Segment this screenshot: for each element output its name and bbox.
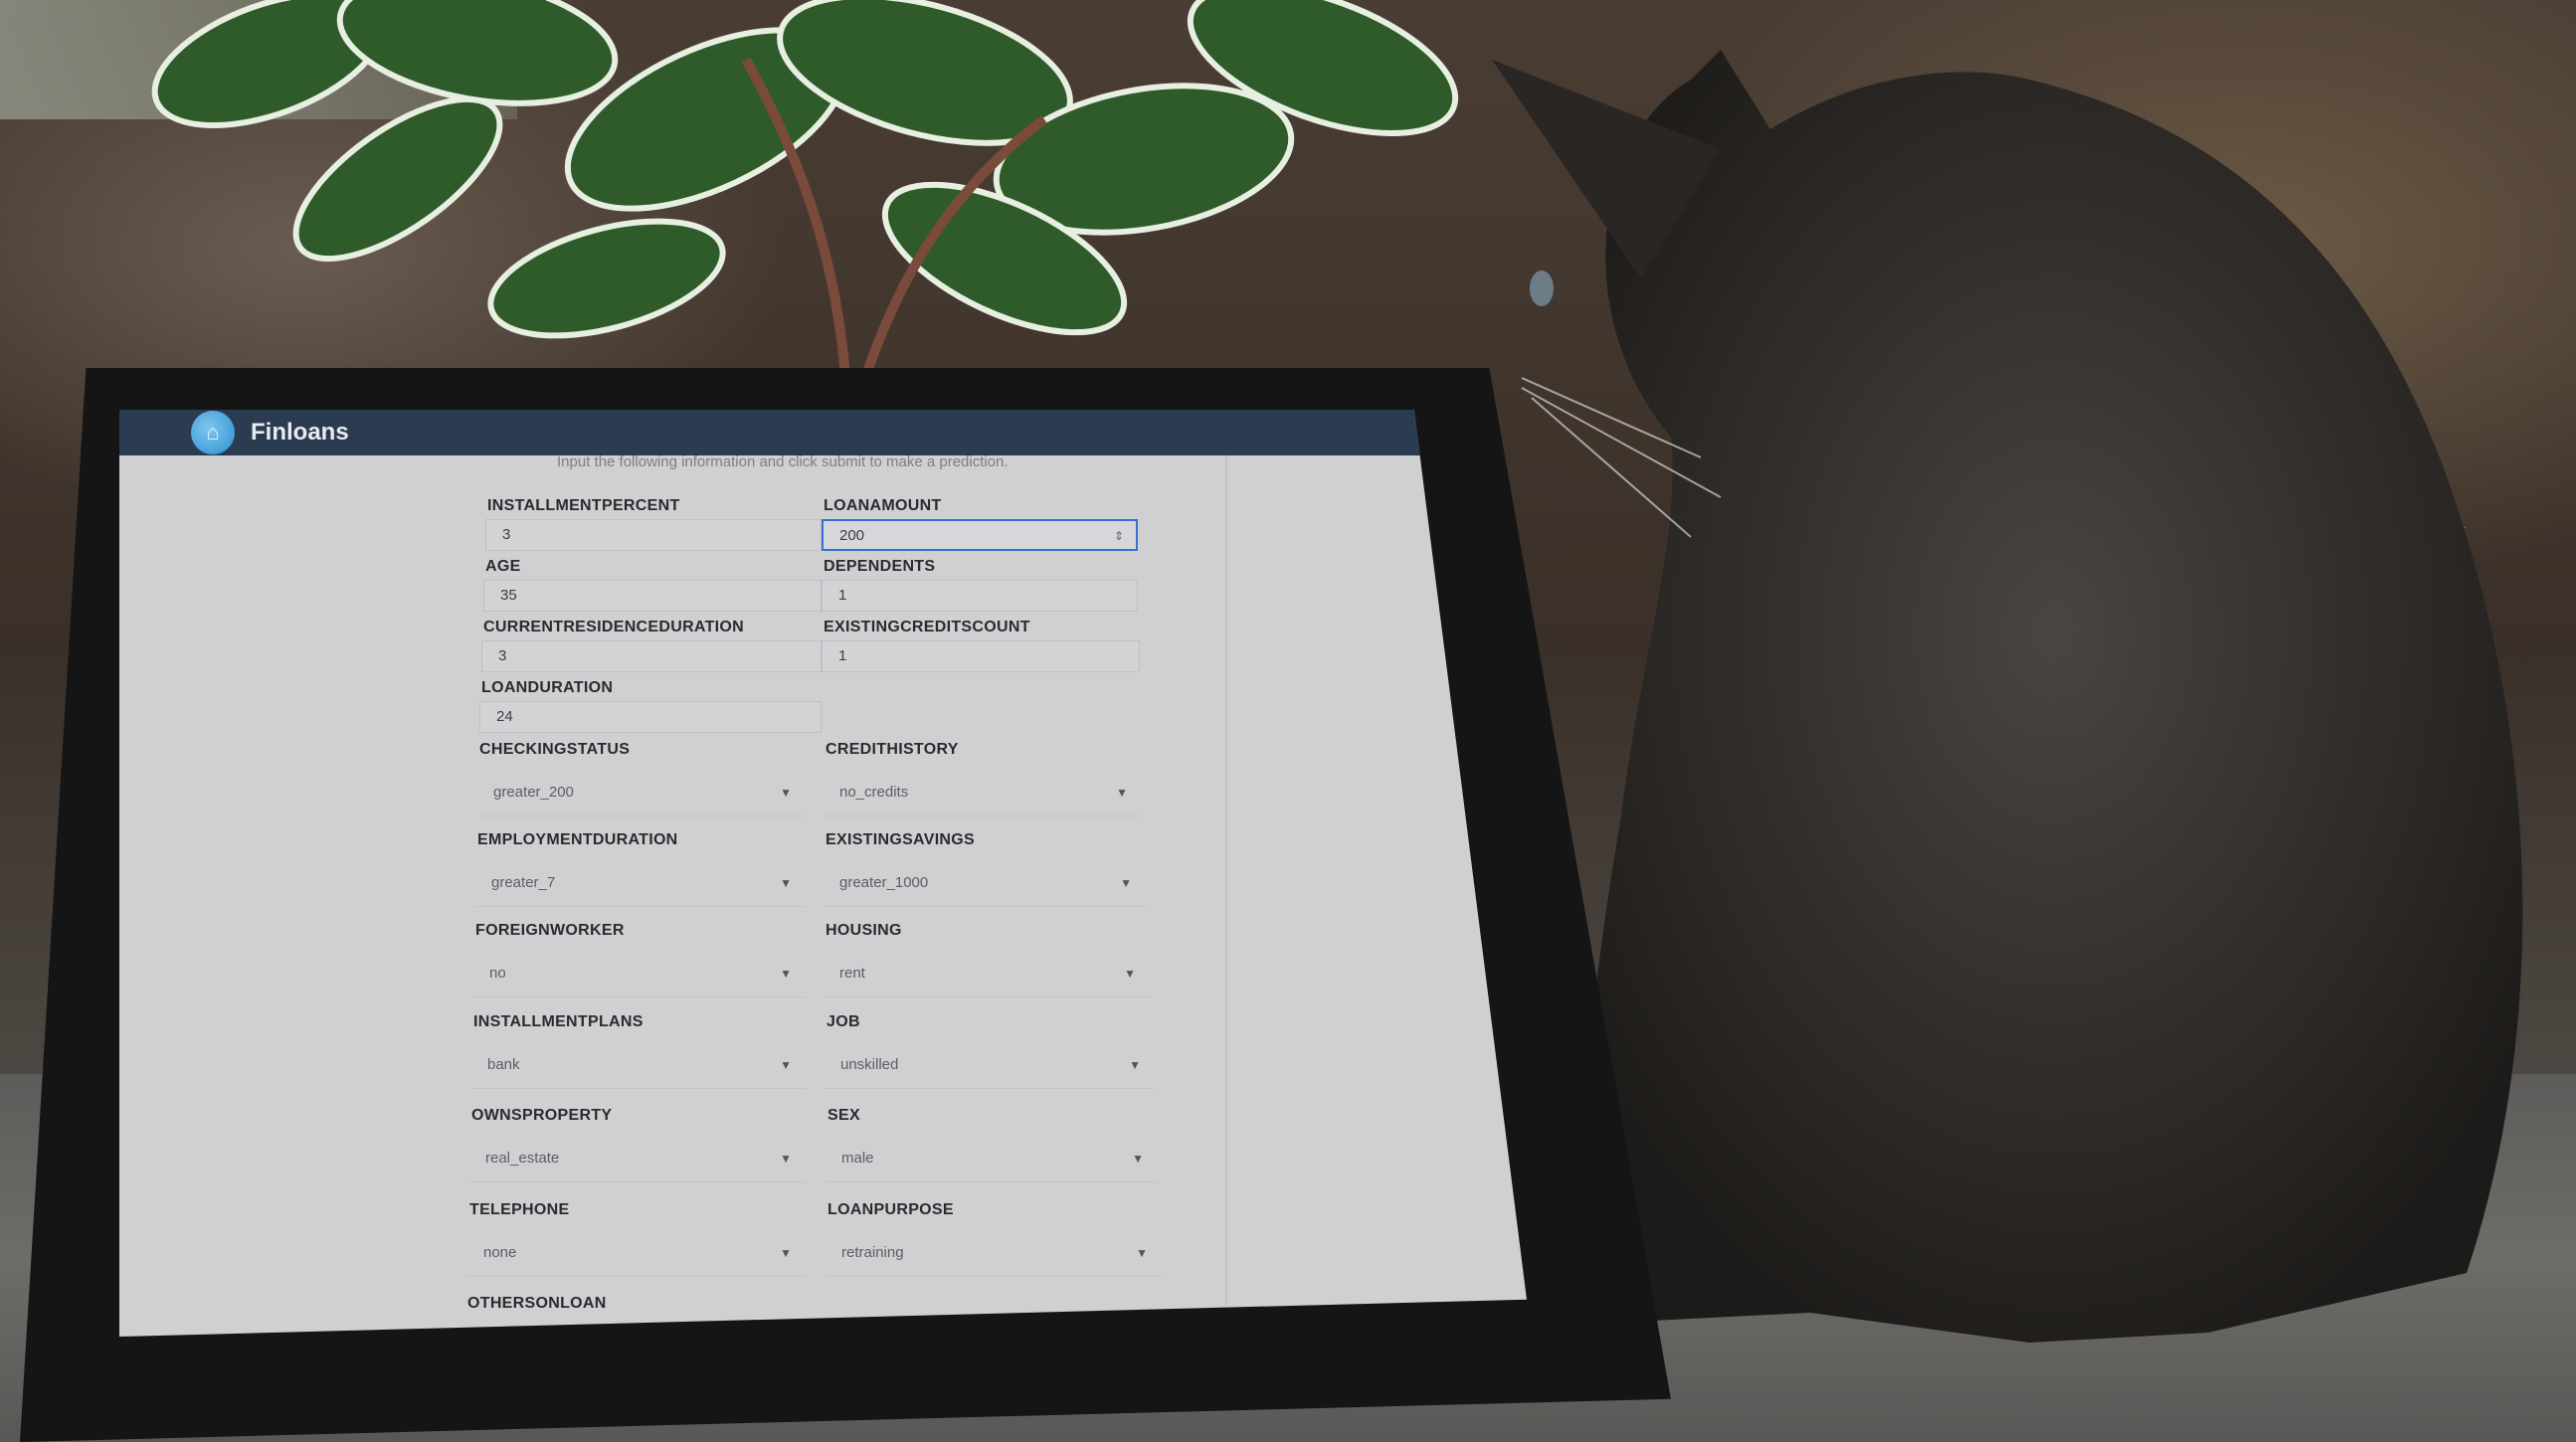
ownsproperty-label: OWNSPROPERTY xyxy=(471,1107,613,1124)
foreignworker-select[interactable]: no ▼ xyxy=(473,950,806,997)
existingsavings-value: greater_1000 xyxy=(839,874,929,891)
sex-label: SEX xyxy=(828,1107,860,1124)
existingcreditscount-label: EXISTINGCREDITSCOUNT xyxy=(824,619,1030,635)
chevron-down-icon: ▼ xyxy=(780,876,792,890)
loanduration-input[interactable]: 24 xyxy=(479,701,822,733)
dependents-input[interactable]: 1 xyxy=(822,580,1138,612)
chevron-down-icon: ▼ xyxy=(1129,1058,1141,1072)
housing-label: HOUSING xyxy=(826,922,902,939)
checkingstatus-select[interactable]: greater_200 ▼ xyxy=(477,769,806,816)
chevron-down-icon: ▼ xyxy=(1136,1246,1148,1260)
checkingstatus-value: greater_200 xyxy=(493,784,574,801)
installmentplans-label: INSTALLMENTPLANS xyxy=(473,1013,644,1030)
existingcreditscount-input[interactable]: 1 xyxy=(822,640,1140,672)
chevron-down-icon: ▼ xyxy=(1132,1152,1144,1166)
laptop: ⌂ Finloans Input the following informati… xyxy=(20,368,1671,1442)
age-input[interactable]: 35 xyxy=(483,580,822,612)
telephone-select[interactable]: none ▼ xyxy=(467,1229,806,1277)
foreignworker-value: no xyxy=(489,965,506,982)
telephone-value: none xyxy=(483,1244,517,1261)
job-value: unskilled xyxy=(840,1056,899,1073)
job-select[interactable]: unskilled ▼ xyxy=(825,1041,1155,1089)
loanpurpose-label: LOANPURPOSE xyxy=(828,1201,954,1218)
laptop-screen: ⌂ Finloans Input the following informati… xyxy=(119,410,1527,1337)
credithistory-select[interactable]: no_credits ▼ xyxy=(824,769,1142,816)
chevron-down-icon: ▼ xyxy=(780,786,792,800)
spin-stepper-icon[interactable]: ⇕ xyxy=(1114,521,1124,551)
chevron-down-icon: ▼ xyxy=(1116,786,1128,800)
employmentduration-select[interactable]: greater_7 ▼ xyxy=(475,859,806,907)
existingsavings-label: EXISTINGSAVINGS xyxy=(826,831,976,848)
chevron-down-icon: ▼ xyxy=(780,1058,792,1072)
ownsproperty-value: real_estate xyxy=(485,1150,560,1167)
installmentplans-select[interactable]: bank ▼ xyxy=(471,1041,806,1089)
checkingstatus-label: CHECKINGSTATUS xyxy=(479,741,631,758)
houseplant xyxy=(151,0,1459,378)
installmentplans-value: bank xyxy=(487,1056,520,1073)
credithistory-value: no_credits xyxy=(839,784,909,801)
foreignworker-label: FOREIGNWORKER xyxy=(475,922,625,939)
loanduration-label: LOANDURATION xyxy=(481,679,614,696)
othersonloan-label: OTHERSONLOAN xyxy=(467,1295,607,1312)
ownsproperty-select[interactable]: real_estate ▼ xyxy=(469,1135,806,1182)
credithistory-label: CREDITHISTORY xyxy=(826,741,959,758)
age-label: AGE xyxy=(485,558,521,575)
loan-form: INSTALLMENTPERCENT 3 LOANAMOUNT 200 ⇕ AGE… xyxy=(119,410,1527,1337)
loanpurpose-value: retraining xyxy=(841,1244,904,1261)
employmentduration-value: greater_7 xyxy=(491,874,556,891)
housing-select[interactable]: rent ▼ xyxy=(824,950,1150,997)
loanamount-input[interactable]: 200 ⇕ xyxy=(822,519,1138,551)
currentresidenceduration-input[interactable]: 3 xyxy=(481,640,822,672)
employmentduration-label: EMPLOYMENTDURATION xyxy=(477,831,678,848)
chevron-down-icon: ▼ xyxy=(780,1152,792,1166)
chevron-down-icon: ▼ xyxy=(1124,967,1136,981)
sex-value: male xyxy=(841,1150,874,1167)
telephone-label: TELEPHONE xyxy=(469,1201,570,1218)
dependents-label: DEPENDENTS xyxy=(824,558,936,575)
loanamount-label: LOANAMOUNT xyxy=(824,497,942,514)
installmentpercent-label: INSTALLMENTPERCENT xyxy=(487,497,680,514)
currentresidenceduration-label: CURRENTRESIDENCEDURATION xyxy=(483,619,745,635)
existingsavings-select[interactable]: greater_1000 ▼ xyxy=(824,859,1146,907)
chevron-down-icon: ▼ xyxy=(780,1246,792,1260)
loanamount-value: 200 xyxy=(839,527,865,544)
housing-value: rent xyxy=(839,965,865,982)
loanpurpose-select[interactable]: retraining ▼ xyxy=(826,1229,1162,1277)
chevron-down-icon: ▼ xyxy=(1120,876,1132,890)
installmentpercent-input[interactable]: 3 xyxy=(485,519,822,551)
sex-select[interactable]: male ▼ xyxy=(826,1135,1158,1182)
chevron-down-icon: ▼ xyxy=(780,967,792,981)
job-label: JOB xyxy=(827,1013,860,1030)
